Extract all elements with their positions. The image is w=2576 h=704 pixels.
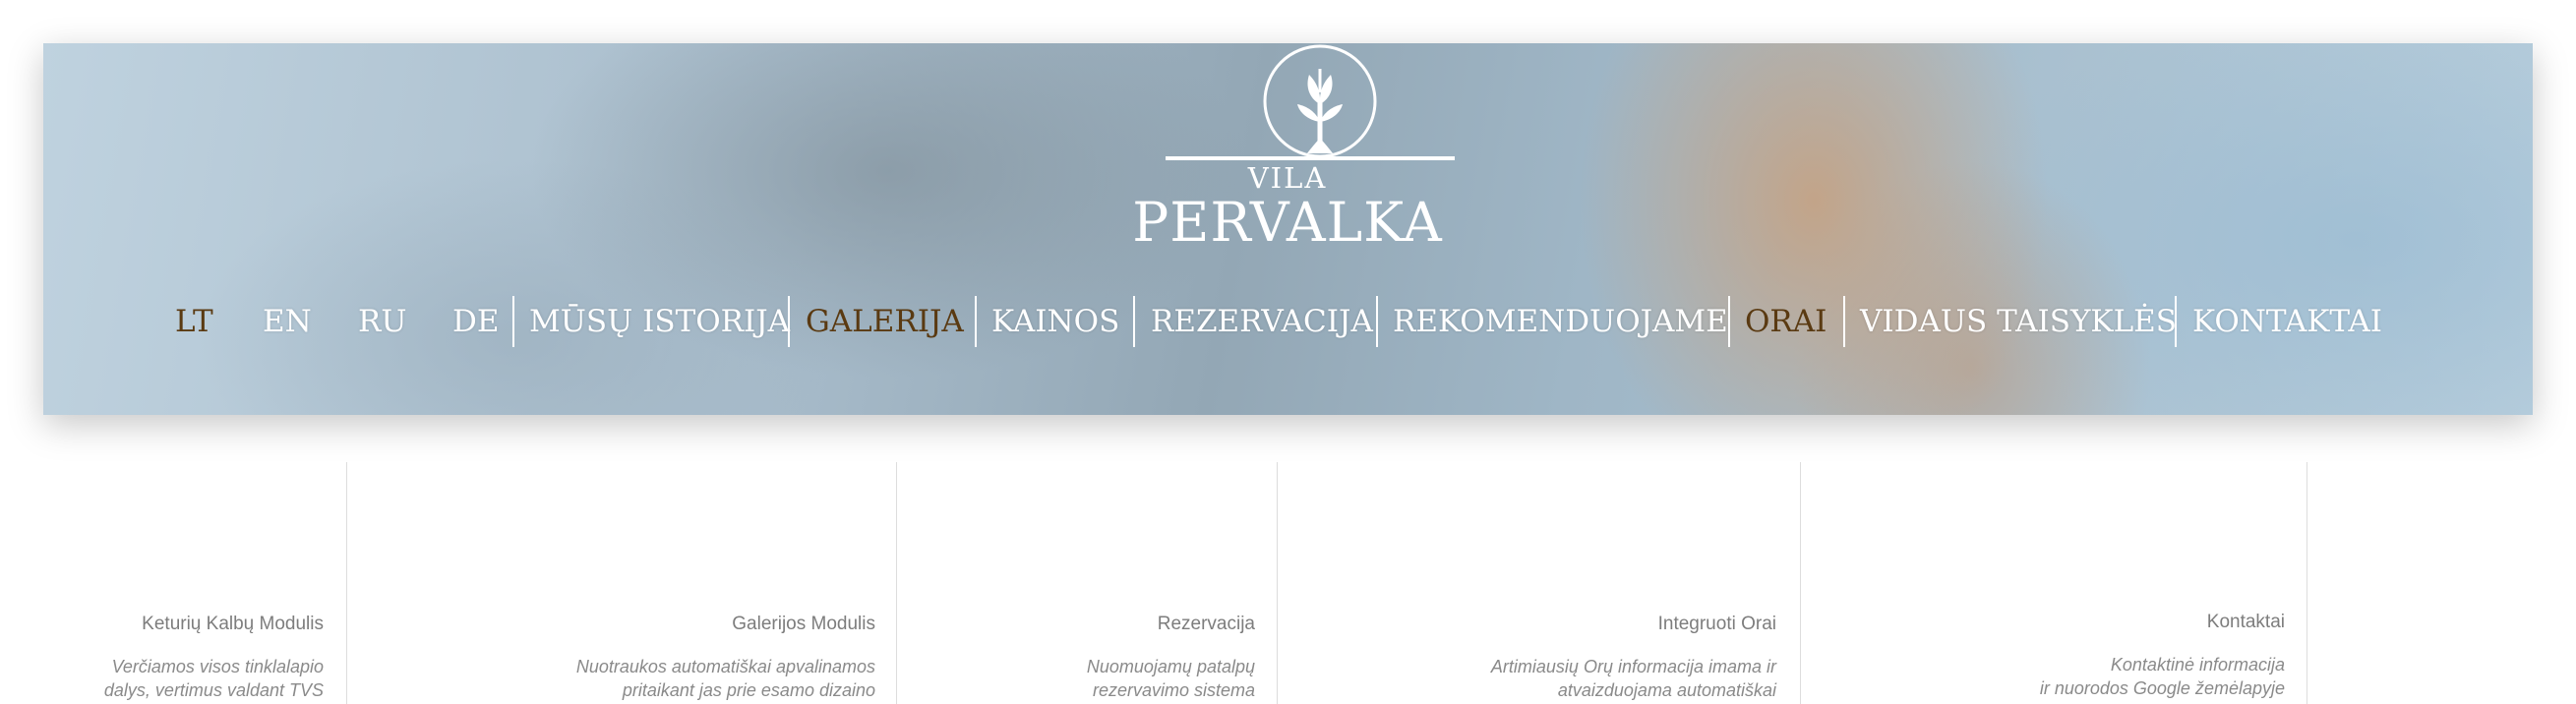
feature-description: Kontaktinė informacija ir nuorodos Googl… [2039,655,2285,698]
lang-en-link[interactable]: EN [263,294,312,349]
nav-divider [1133,296,1135,347]
header-banner: VILA PERVALKA LT EN RU DE MŪSŲ ISTORIJA … [43,43,2533,415]
feature-title: Rezervacija [1157,614,1255,634]
feature-description: Artimiausių Orų informacija imama ir atv… [1490,657,1776,700]
lang-ru-link[interactable]: RU [358,294,406,349]
feature-description: Nuomuojamų patalpų rezervavimo sistema [1086,657,1255,700]
nav-divider [1843,296,1845,347]
feature-weather: Integruoti Orai Artimiausių Orų informac… [1491,614,1776,702]
feature-gallery: Galerijos Modulis Nuotraukos automatiška… [576,614,875,702]
tree-sprout-emblem-icon [1166,44,1455,160]
lang-de-link[interactable]: DE [452,294,499,349]
site-logo[interactable]: VILA PERVALKA [1120,43,1455,255]
nav-divider [1376,296,1378,347]
feature-title: Keturių Kalbų Modulis [142,614,324,634]
nav-item-rezervacija[interactable]: REZERVACIJA [1151,294,1373,349]
main-navigation: LT EN RU DE MŪSŲ ISTORIJA GALERIJA KAINO… [43,294,2533,349]
nav-divider [1728,296,1730,347]
nav-item-kontaktai[interactable]: KONTAKTAI [2192,294,2382,349]
nav-item-kainos[interactable]: KAINOS [991,294,1119,349]
feature-title: Galerijos Modulis [732,614,875,634]
nav-item-orai[interactable]: ORAI [1745,294,1827,349]
lang-lt-link[interactable]: LT [175,294,213,349]
nav-divider [788,296,790,347]
nav-item-rekomenduojame[interactable]: REKOMENDUOJAME [1393,294,1728,349]
nav-divider [512,296,514,347]
nav-divider [2175,296,2177,347]
feature-reservation: Rezervacija Nuomuojamų patalpų rezervavi… [1087,614,1255,702]
feature-title: Integruoti Orai [1657,614,1776,634]
feature-divider [1800,462,1801,704]
feature-divider [896,462,897,704]
feature-divider [2306,462,2307,704]
logo-title: PERVALKA [1132,191,1443,254]
feature-title: Kontaktai [2206,612,2285,632]
nav-item-galerija[interactable]: GALERIJA [806,294,964,349]
nav-divider [975,296,977,347]
feature-description: Verčiamos visos tinklalapio dalys, verti… [103,657,324,700]
feature-description: Nuotraukos automatiškai apvalinamos prit… [575,657,875,700]
nav-item-vidaus-taisykles[interactable]: VIDAUS TAISYKLĖS [1860,294,2177,349]
feature-contacts: Kontaktai Kontaktinė informacija ir nuor… [2040,612,2285,700]
logo-subtitle: VILA [1247,161,1328,195]
feature-four-languages: Keturių Kalbų Modulis Verčiamos visos ti… [104,614,324,702]
feature-divider [346,462,347,704]
feature-divider [1277,462,1278,704]
nav-item-musu-istorija[interactable]: MŪSŲ ISTORIJA [529,294,790,349]
